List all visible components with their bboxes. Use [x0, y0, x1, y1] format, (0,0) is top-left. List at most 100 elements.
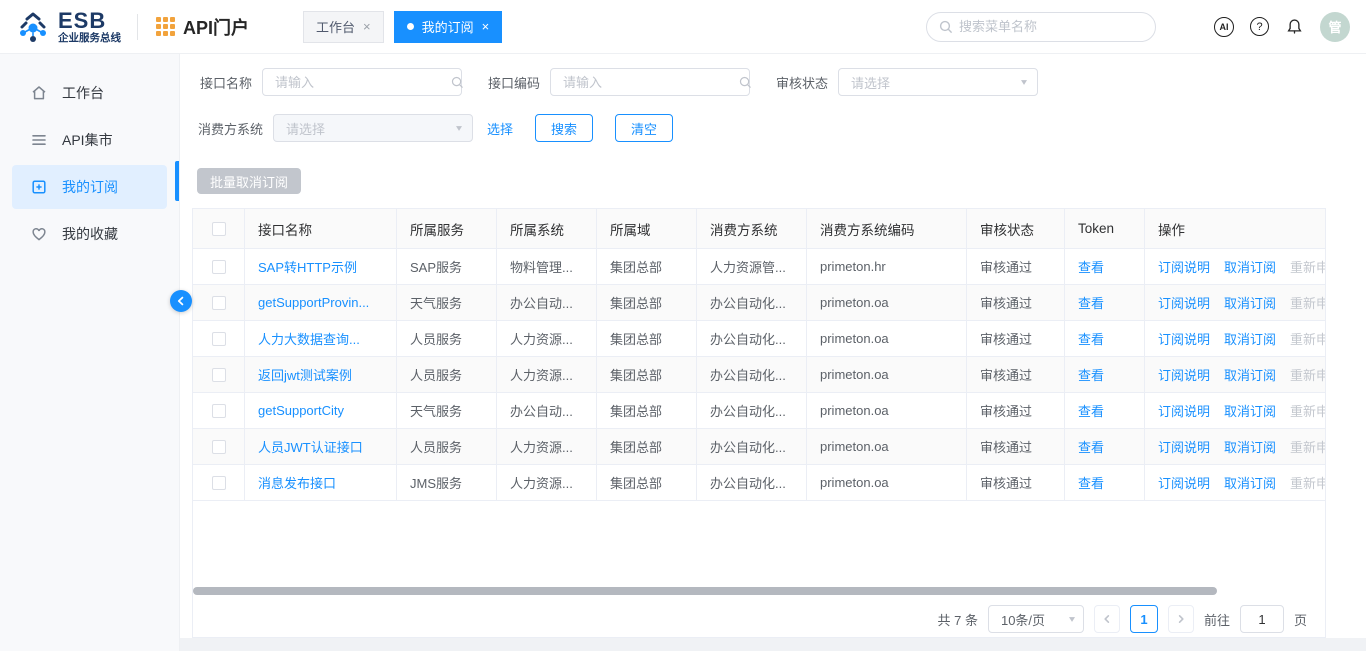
interface-code-label: 接口编码: [488, 73, 540, 92]
audit-status-cell: 审核通过: [967, 321, 1065, 356]
subscription-info-link[interactable]: 订阅说明: [1158, 473, 1210, 492]
sidebar-item-workbench[interactable]: 工作台: [12, 71, 167, 115]
row-checkbox[interactable]: [212, 332, 226, 346]
unsubscribe-link[interactable]: 取消订阅: [1224, 293, 1276, 312]
subscription-info-link[interactable]: 订阅说明: [1158, 257, 1210, 276]
subscription-info-link[interactable]: 订阅说明: [1158, 437, 1210, 456]
subscription-info-link[interactable]: 订阅说明: [1158, 329, 1210, 348]
subscriptions-table-card: 接口名称 所属服务 所属系统 所属域 消费方系统 消费方系统编码 审核状态 To…: [192, 208, 1326, 638]
page-size-select[interactable]: 10条/页 ▾: [988, 605, 1084, 633]
ai-assistant-icon[interactable]: AI: [1214, 17, 1234, 37]
service-cell: 人员服务: [397, 357, 497, 392]
batch-unsubscribe-button[interactable]: 批量取消订阅: [197, 168, 301, 194]
subscription-info-link[interactable]: 订阅说明: [1158, 293, 1210, 312]
home-icon: [30, 84, 48, 102]
domain-cell: 集团总部: [597, 429, 697, 464]
interface-name-link[interactable]: 人力大数据查询...: [258, 329, 360, 348]
horizontal-scrollbar-thumb[interactable]: [193, 587, 1217, 595]
system-cell: 人力资源...: [497, 465, 597, 500]
search-icon: [451, 76, 464, 89]
token-view-link[interactable]: 查看: [1078, 473, 1104, 492]
notification-bell-icon[interactable]: [1285, 17, 1304, 36]
sidebar-item-my-subscriptions[interactable]: 我的订阅: [12, 165, 167, 209]
unsubscribe-link[interactable]: 取消订阅: [1224, 329, 1276, 348]
reapply-link: 重新申请: [1290, 473, 1326, 492]
sidebar-item-api-market[interactable]: API集市: [12, 118, 167, 162]
tab-close-icon[interactable]: ×: [482, 19, 490, 34]
token-view-link[interactable]: 查看: [1078, 437, 1104, 456]
prev-page-button[interactable]: [1094, 605, 1120, 633]
token-view-link[interactable]: 查看: [1078, 329, 1104, 348]
tab-close-icon[interactable]: ×: [363, 19, 371, 34]
page-number-1[interactable]: 1: [1130, 605, 1158, 633]
system-cell: 办公自动...: [497, 285, 597, 320]
choose-link[interactable]: 选择: [487, 119, 513, 138]
unsubscribe-link[interactable]: 取消订阅: [1224, 365, 1276, 384]
next-page-button[interactable]: [1168, 605, 1194, 633]
interface-name-label: 接口名称: [200, 73, 252, 92]
unsubscribe-link[interactable]: 取消订阅: [1224, 257, 1276, 276]
interface-name-link[interactable]: getSupportCity: [258, 403, 344, 418]
col-service: 所属服务: [397, 209, 497, 248]
logo-subtitle: 企业服务总线: [58, 33, 121, 44]
subscription-info-link[interactable]: 订阅说明: [1158, 365, 1210, 384]
sidebar-item-label: 工作台: [62, 83, 104, 103]
interface-name-link[interactable]: 人员JWT认证接口: [258, 437, 363, 456]
service-cell: 人员服务: [397, 321, 497, 356]
search-button[interactable]: 搜索: [535, 114, 593, 142]
subscribe-icon: [30, 178, 48, 196]
main-content: 接口名称 接口编码 审核状态 请选择 ▾ 消费方系统: [180, 54, 1366, 638]
row-checkbox[interactable]: [212, 260, 226, 274]
chevron-down-icon: ▾: [1069, 613, 1075, 624]
interface-name-link[interactable]: 消息发布接口: [258, 473, 336, 492]
unsubscribe-link[interactable]: 取消订阅: [1224, 401, 1276, 420]
interface-name-link[interactable]: getSupportProvin...: [258, 295, 369, 310]
consumer-cell: 人力资源管...: [697, 249, 807, 284]
help-icon[interactable]: ?: [1250, 17, 1269, 36]
sidebar-collapse-button[interactable]: [170, 290, 192, 312]
service-cell: 天气服务: [397, 393, 497, 428]
tab-workbench[interactable]: 工作台 ×: [303, 11, 384, 43]
unsubscribe-link[interactable]: 取消订阅: [1224, 473, 1276, 492]
row-checkbox[interactable]: [212, 296, 226, 310]
sidebar-item-my-favorites[interactable]: 我的收藏: [12, 212, 167, 256]
subscriptions-table: 接口名称 所属服务 所属系统 所属域 消费方系统 消费方系统编码 审核状态 To…: [193, 209, 1326, 501]
select-all-checkbox[interactable]: [212, 222, 226, 236]
col-interface-name: 接口名称: [245, 209, 397, 248]
tab-my-subscriptions[interactable]: 我的订阅 ×: [394, 11, 503, 43]
heart-icon: [30, 225, 48, 243]
audit-status-select[interactable]: 请选择 ▾: [838, 68, 1038, 96]
col-domain: 所属域: [597, 209, 697, 248]
interface-code-input[interactable]: [563, 75, 739, 90]
reapply-link: 重新申请: [1290, 401, 1326, 420]
sidebar-item-label: 我的收藏: [62, 224, 118, 244]
user-avatar[interactable]: 管: [1320, 12, 1350, 42]
token-view-link[interactable]: 查看: [1078, 401, 1104, 420]
unsubscribe-link[interactable]: 取消订阅: [1224, 437, 1276, 456]
table-row: 人员JWT认证接口 人员服务 人力资源... 集团总部 办公自动化... pri…: [193, 429, 1326, 465]
domain-cell: 集团总部: [597, 321, 697, 356]
consumer-cell: 办公自动化...: [697, 285, 807, 320]
goto-page-input[interactable]: [1240, 605, 1284, 633]
row-checkbox[interactable]: [212, 476, 226, 490]
search-icon: [939, 20, 953, 34]
interface-name-link[interactable]: SAP转HTTP示例: [258, 257, 357, 276]
system-cell: 办公自动...: [497, 393, 597, 428]
token-view-link[interactable]: 查看: [1078, 293, 1104, 312]
subscription-info-link[interactable]: 订阅说明: [1158, 401, 1210, 420]
col-audit-status: 审核状态: [967, 209, 1065, 248]
interface-name-link[interactable]: 返回jwt测试案例: [258, 365, 352, 384]
token-view-link[interactable]: 查看: [1078, 257, 1104, 276]
token-view-link[interactable]: 查看: [1078, 365, 1104, 384]
row-checkbox[interactable]: [212, 404, 226, 418]
menu-search-input[interactable]: [959, 19, 1143, 34]
consumer-system-label: 消费方系统: [198, 119, 263, 138]
horizontal-scrollbar[interactable]: [193, 587, 1326, 596]
row-checkbox[interactable]: [212, 440, 226, 454]
interface-name-input[interactable]: [275, 75, 451, 90]
menu-search-box[interactable]: [926, 12, 1156, 42]
row-checkbox[interactable]: [212, 368, 226, 382]
clear-button[interactable]: 清空: [615, 114, 673, 142]
col-token: Token: [1065, 209, 1145, 248]
consumer-system-select[interactable]: 请选择 ▾: [273, 114, 473, 142]
